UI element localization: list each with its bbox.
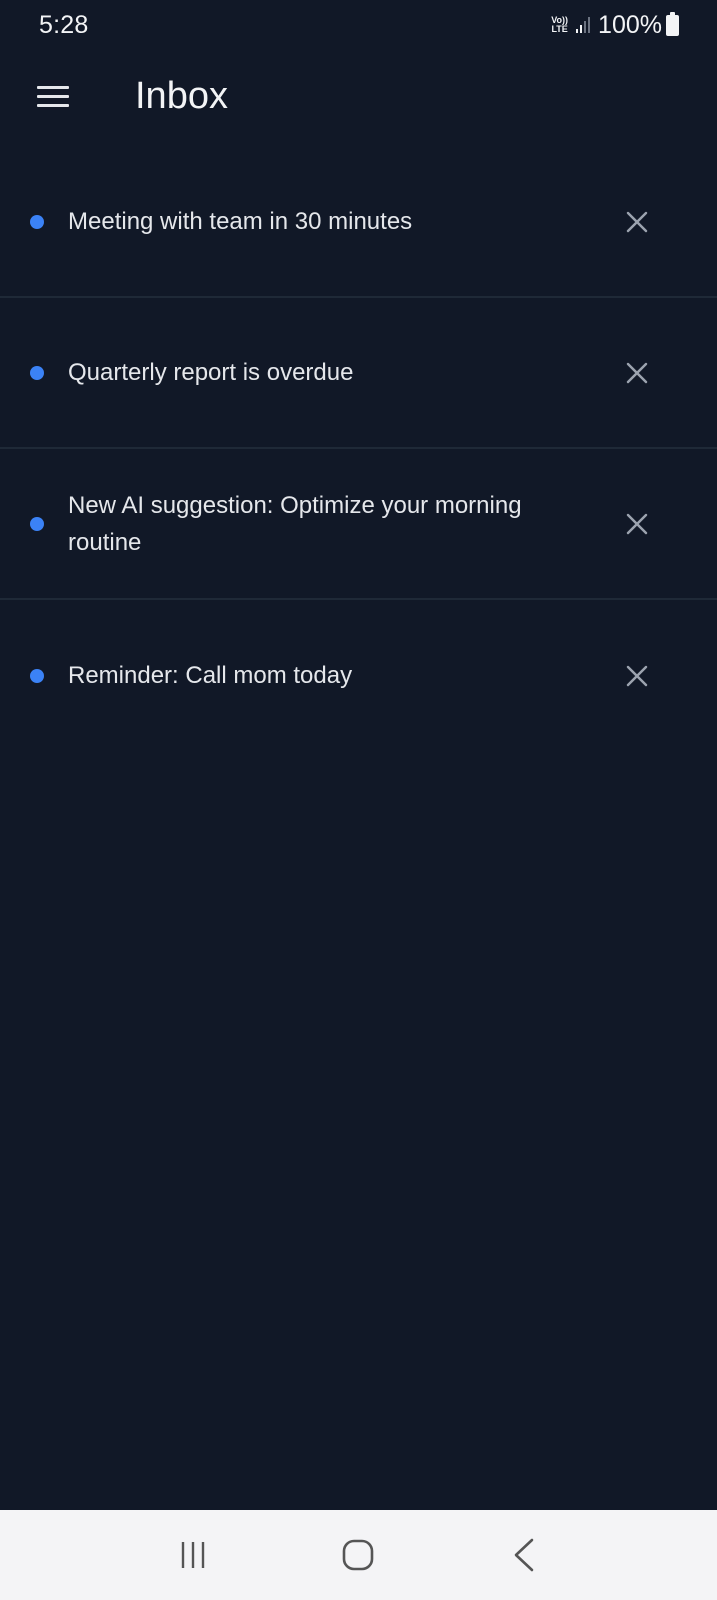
back-icon[interactable]	[489, 1520, 559, 1590]
status-icons: Vo)) LTE 100%	[551, 11, 679, 40]
notification-item[interactable]: New AI suggestion: Optimize your morning…	[0, 449, 717, 600]
close-icon[interactable]	[613, 652, 661, 700]
notification-list: Meeting with team in 30 minutes Quarterl…	[0, 147, 717, 751]
unread-dot-icon	[30, 365, 44, 380]
notification-text: Reminder: Call mom today	[68, 662, 353, 689]
signal-bars-icon	[576, 17, 591, 33]
battery-percent: 100%	[598, 10, 662, 39]
battery-icon	[666, 11, 679, 36]
close-icon[interactable]	[613, 500, 661, 548]
recent-apps-icon[interactable]	[158, 1520, 228, 1590]
unread-dot-icon	[30, 668, 44, 683]
volte-bottom-label: LTE	[551, 24, 568, 34]
notification-text: New AI suggestion: Optimize your morning…	[68, 491, 522, 556]
status-bar: 5:28 Vo)) LTE 100%	[0, 0, 717, 50]
unread-dot-icon	[30, 516, 44, 531]
page-title: Inbox	[135, 74, 228, 117]
notification-text: Meeting with team in 30 minutes	[68, 208, 413, 235]
close-icon[interactable]	[613, 349, 661, 397]
notification-item[interactable]: Quarterly report is overdue	[0, 298, 717, 449]
hamburger-menu-icon[interactable]	[18, 61, 88, 131]
notification-text: Quarterly report is overdue	[68, 359, 354, 386]
system-nav-bar	[0, 1510, 717, 1600]
inbox-screen: 5:28 Vo)) LTE 100% Inbox Meeting with te…	[0, 0, 717, 1600]
volte-icon: Vo)) LTE	[551, 16, 568, 34]
status-time: 5:28	[39, 10, 89, 39]
unread-dot-icon	[30, 214, 44, 229]
notification-item[interactable]: Meeting with team in 30 minutes	[0, 147, 717, 298]
app-bar: Inbox	[0, 50, 717, 142]
home-icon[interactable]	[323, 1520, 393, 1590]
notification-item[interactable]: Reminder: Call mom today	[0, 600, 717, 751]
close-icon[interactable]	[613, 198, 661, 246]
